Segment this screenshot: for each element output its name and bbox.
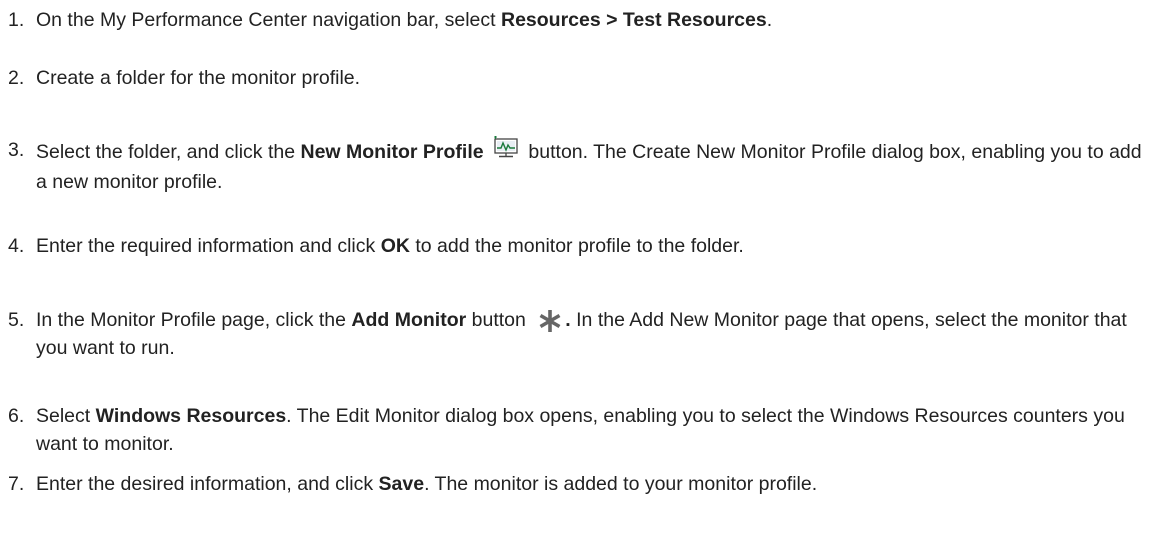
step-number: 3. <box>8 139 25 161</box>
add-monitor-asterisk-icon <box>537 308 563 334</box>
step-text: On the My Performance Center navigation … <box>36 6 1151 34</box>
step-number: 7. <box>8 473 25 495</box>
bold-term: OK <box>380 235 410 257</box>
bold-term: Add Monitor <box>351 309 467 331</box>
step-text-segment: to add the monitor profile to the folder… <box>409 235 744 257</box>
step-text-segment: Select <box>36 405 96 427</box>
step-text-segment: button <box>466 309 532 331</box>
step-4: 4. Enter the required information and cli… <box>0 232 1151 260</box>
step-text-segment: Enter the desired information, and click <box>36 473 379 495</box>
step-6: 6. Select Windows Resources. The Edit Mon… <box>0 402 1151 458</box>
step-text-segment: Enter the required information and click <box>36 235 381 257</box>
bold-term: Save <box>378 473 425 495</box>
step-3: 3. Select the folder, and click the New M… <box>0 136 1151 196</box>
bold-term: Resources > Test Resources <box>500 9 767 31</box>
step-number: 4. <box>8 235 25 257</box>
bold-term: New Monitor Profile <box>300 141 484 163</box>
new-monitor-profile-icon <box>493 136 519 168</box>
step-number: 1. <box>8 9 25 31</box>
step-text: Enter the desired information, and click… <box>36 470 1151 498</box>
step-text-segment: . The monitor is added to your monitor p… <box>424 473 818 495</box>
step-2: 2. Create a folder for the monitor profil… <box>0 64 1151 92</box>
step-text: Select Windows Resources. The Edit Monit… <box>36 402 1151 458</box>
step-text-segment: Create a folder for the monitor profile. <box>36 67 361 89</box>
step-text-segment: On the My Performance Center navigation … <box>36 9 501 31</box>
step-text: Enter the required information and click… <box>36 232 1151 260</box>
step-number: 2. <box>8 67 25 89</box>
step-5: 5. In the Monitor Profile page, click the… <box>0 306 1151 362</box>
step-text: In the Monitor Profile page, click the A… <box>36 306 1151 362</box>
step-1: 1. On the My Performance Center navigatio… <box>0 6 1151 34</box>
step-number: 6. <box>8 405 25 427</box>
step-7: 7. Enter the desired information, and cli… <box>0 470 1151 498</box>
step-text-segment <box>484 141 489 163</box>
step-text-segment: Select the folder, and click the <box>36 141 301 163</box>
step-text-segment: . <box>766 9 773 31</box>
step-text: Create a folder for the monitor profile. <box>36 64 1151 92</box>
step-text-segment: In the Monitor Profile page, click the <box>36 309 352 331</box>
bold-term: Windows Resources <box>95 405 287 427</box>
step-number: 5. <box>8 309 25 331</box>
step-text: Select the folder, and click the New Mon… <box>36 136 1151 196</box>
